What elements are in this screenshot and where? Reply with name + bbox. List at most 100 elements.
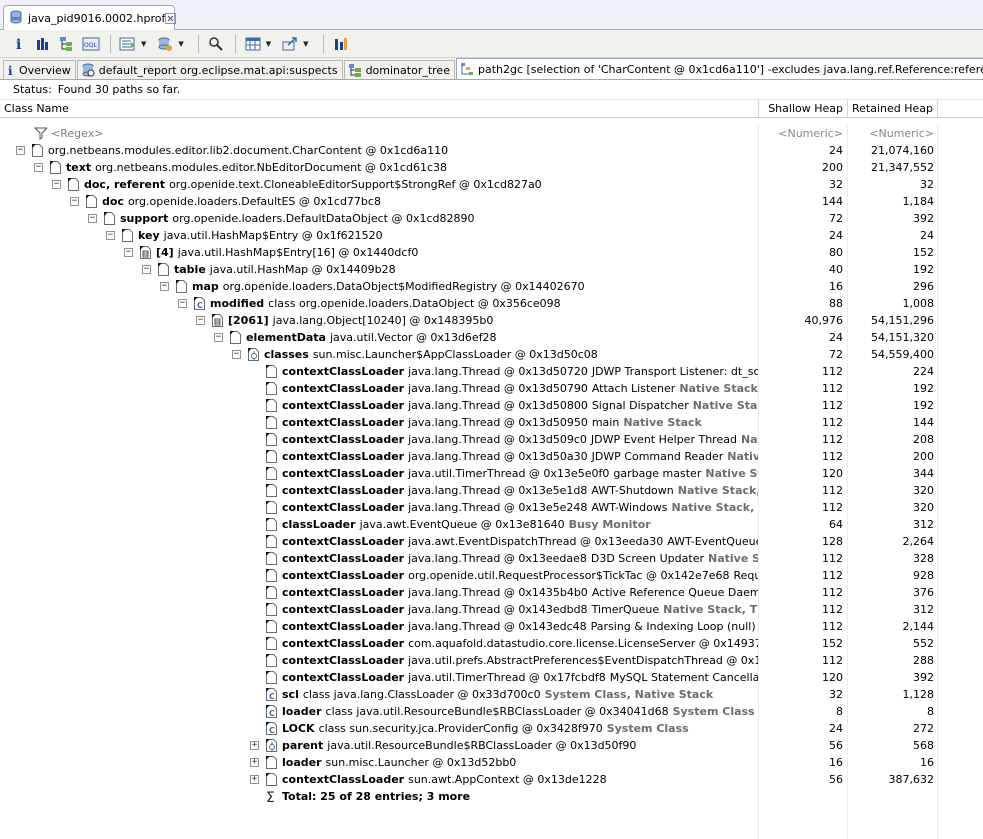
retained-heap-value: 568 [848, 737, 938, 754]
tree-row[interactable]: Cloader class java.util.ResourceBundle$RB… [0, 703, 983, 720]
group-by-icon[interactable] [330, 33, 352, 55]
column-header-retained-heap[interactable]: Retained Heap [848, 100, 938, 117]
tree-row[interactable]: − doc, referent org.openide.text.Cloneable… [0, 176, 983, 193]
info-icon[interactable]: i [8, 33, 30, 55]
retained-heap-value: 320 [848, 482, 938, 499]
tree-row[interactable]: contextClassLoader java.lang.Thread @ 0x1… [0, 363, 983, 380]
tree-row[interactable]: contextClassLoader com.aquafold.datastudi… [0, 635, 983, 652]
column-header-shallow-heap[interactable]: Shallow Heap [759, 100, 848, 117]
collapse-icon[interactable]: − [160, 282, 169, 291]
query-browser-icon[interactable] [154, 33, 176, 55]
gc-root-info: Native Stack, Thread [671, 501, 758, 514]
filter-row: <Regex> <Numeric> <Numeric> [0, 125, 983, 142]
collapse-icon[interactable]: − [232, 350, 241, 359]
tree-row[interactable]: contextClassLoader java.lang.Thread @ 0x1… [0, 397, 983, 414]
collapse-icon[interactable]: − [70, 197, 79, 206]
retained-filter-input[interactable]: <Numeric> [848, 125, 938, 142]
tree-row[interactable]: contextClassLoader java.lang.Thread @ 0x1… [0, 499, 983, 516]
collapse-icon[interactable]: − [106, 231, 115, 240]
tree-row[interactable]: contextClassLoader java.lang.Thread @ 0x1… [0, 601, 983, 618]
search-icon[interactable] [205, 33, 227, 55]
class-icon: C [193, 296, 206, 311]
tree-row[interactable]: + contextClassLoader sun.awt.AppContext @ … [0, 771, 983, 788]
collapse-icon[interactable]: − [88, 214, 97, 223]
tree-row[interactable]: C LOCK class sun.security.jca.ProviderConf… [0, 720, 983, 737]
tab-overview[interactable]: i Overview [3, 60, 76, 79]
close-icon[interactable] [165, 12, 177, 24]
tree-row[interactable]: contextClassLoader java.lang.Thread @ 0x1… [0, 550, 983, 567]
shallow-heap-value: 152 [759, 635, 848, 652]
column-header-class-name[interactable]: Class Name [0, 100, 759, 117]
tree-row[interactable]: − org.netbeans.modules.editor.lib2.docume… [0, 142, 983, 159]
tree-row[interactable]: + loader sun.misc.Launcher @ 0x13d52bb0 16 1… [0, 754, 983, 771]
dominator-tree-icon[interactable] [56, 33, 78, 55]
collapse-icon[interactable]: − [142, 265, 151, 274]
expand-icon[interactable]: + [250, 741, 259, 750]
expand-icon[interactable]: + [250, 758, 259, 767]
field-name: contextClassLoader [282, 569, 405, 582]
tab-default-report[interactable]: default_report org.eclipse.mat.api:suspe… [76, 60, 343, 79]
tree-row[interactable]: classLoader java.awt.EventQueue @ 0x13e81… [0, 516, 983, 533]
tree-row[interactable]: contextClassLoader java.lang.Thread @ 0x1… [0, 618, 983, 635]
tab-path2gc[interactable]: path2gc [selection of 'CharContent @ 0x1… [455, 58, 983, 79]
collapse-icon[interactable]: − [124, 248, 133, 257]
tree-row[interactable]: contextClassLoader java.lang.Thread @ 0x1… [0, 431, 983, 448]
tree-row[interactable]: − elementData java.util.Vector @ 0x13d6ef2… [0, 329, 983, 346]
tree-row[interactable]: − [4] java.util.HashMap$Entry[16] @ 0x1440… [0, 244, 983, 261]
object-icon [265, 517, 278, 532]
tree-row[interactable]: − classes sun.misc.Launcher$AppClassLoader… [0, 346, 983, 363]
collapse-icon[interactable]: − [34, 163, 43, 172]
tree-row[interactable]: contextClassLoader java.lang.Thread @ 0x1… [0, 448, 983, 465]
object-label: java.lang.Thread @ 0x143edc48 [408, 620, 587, 633]
tree-row[interactable]: contextClassLoader java.lang.Thread @ 0x1… [0, 482, 983, 499]
object-label: org.openide.util.RequestProcessor$TickTa… [408, 569, 730, 582]
svg-text:C: C [269, 709, 275, 718]
thread-overview-icon[interactable] [117, 33, 139, 55]
object-label: class org.openide.loaders.DataObject @ 0… [268, 297, 561, 310]
calculator-icon[interactable] [242, 33, 264, 55]
tree-row[interactable]: contextClassLoader java.util.TimerThread … [0, 669, 983, 686]
expand-icon[interactable]: + [250, 775, 259, 784]
tree-row[interactable]: contextClassLoader java.awt.EventDispatch… [0, 533, 983, 550]
tree-row[interactable]: contextClassLoader java.lang.Thread @ 0x1… [0, 584, 983, 601]
tree-row[interactable]: − doc org.openide.loaders.DefaultES @ 0x1c… [0, 193, 983, 210]
collapse-icon[interactable]: − [178, 299, 187, 308]
histogram-icon[interactable] [32, 33, 54, 55]
gc-root-info: Native Stack, Thread [705, 467, 758, 480]
svg-text:i: i [16, 37, 21, 52]
tree-row[interactable]: − Cmodified class org.openide.loaders.Data… [0, 295, 983, 312]
tree-row[interactable]: contextClassLoader java.lang.Thread @ 0x1… [0, 380, 983, 397]
shallow-filter-input[interactable]: <Numeric> [759, 125, 848, 142]
total-row[interactable]: Σ Total: 25 of 28 entries; 3 more [0, 788, 983, 805]
retained-heap-value: 387,632 [848, 771, 938, 788]
tree-row[interactable]: − key java.util.HashMap$Entry @ 0x1f621520… [0, 227, 983, 244]
field-name: parent [282, 739, 324, 752]
tree-row[interactable]: contextClassLoader java.util.TimerThread … [0, 465, 983, 482]
oql-icon[interactable]: OQL [80, 33, 102, 55]
tree-row[interactable]: − map org.openide.loaders.DataObject$Modif… [0, 278, 983, 295]
collapse-icon[interactable]: − [196, 316, 205, 325]
tree-row[interactable]: + parent java.util.ResourceBundle$RBClassL… [0, 737, 983, 754]
retained-heap-value: 8 [848, 703, 938, 720]
tree-row[interactable]: − support org.openide.loaders.DefaultDataO… [0, 210, 983, 227]
tree-row[interactable]: contextClassLoader java.lang.Thread @ 0x1… [0, 414, 983, 431]
collapse-icon[interactable]: − [214, 333, 223, 342]
tree-row[interactable]: − table java.util.HashMap @ 0x14409b28 40 19… [0, 261, 983, 278]
retained-heap-value: 54,559,400 [848, 346, 938, 363]
tree-row[interactable]: − [2061] java.lang.Object[10240] @ 0x14839… [0, 312, 983, 329]
tab-dominator-tree[interactable]: dominator_tree [343, 60, 455, 79]
tree-row[interactable]: contextClassLoader org.openide.util.Reque… [0, 567, 983, 584]
regex-filter-input[interactable]: <Regex> [51, 127, 103, 140]
editor-tab-hprof[interactable]: java_pid9016.0002.hprof [3, 5, 177, 30]
export-icon[interactable] [279, 33, 301, 55]
tree-row[interactable]: − text org.netbeans.modules.editor.NbEdito… [0, 159, 983, 176]
tree-row[interactable]: contextClassLoader java.util.prefs.Abstra… [0, 652, 983, 669]
object-detail: D3D Screen Updater [590, 552, 704, 565]
tree-row[interactable]: Cscl class java.lang.ClassLoader @ 0x33d7… [0, 686, 983, 703]
collapse-icon[interactable]: − [16, 146, 25, 155]
shallow-heap-value: 112 [759, 550, 848, 567]
shallow-heap-value: 112 [759, 431, 848, 448]
object-detail: TimerQueue [591, 603, 660, 616]
collapse-icon[interactable]: − [52, 180, 61, 189]
object-label: java.util.HashMap$Entry @ 0x1f621520 [163, 229, 383, 242]
